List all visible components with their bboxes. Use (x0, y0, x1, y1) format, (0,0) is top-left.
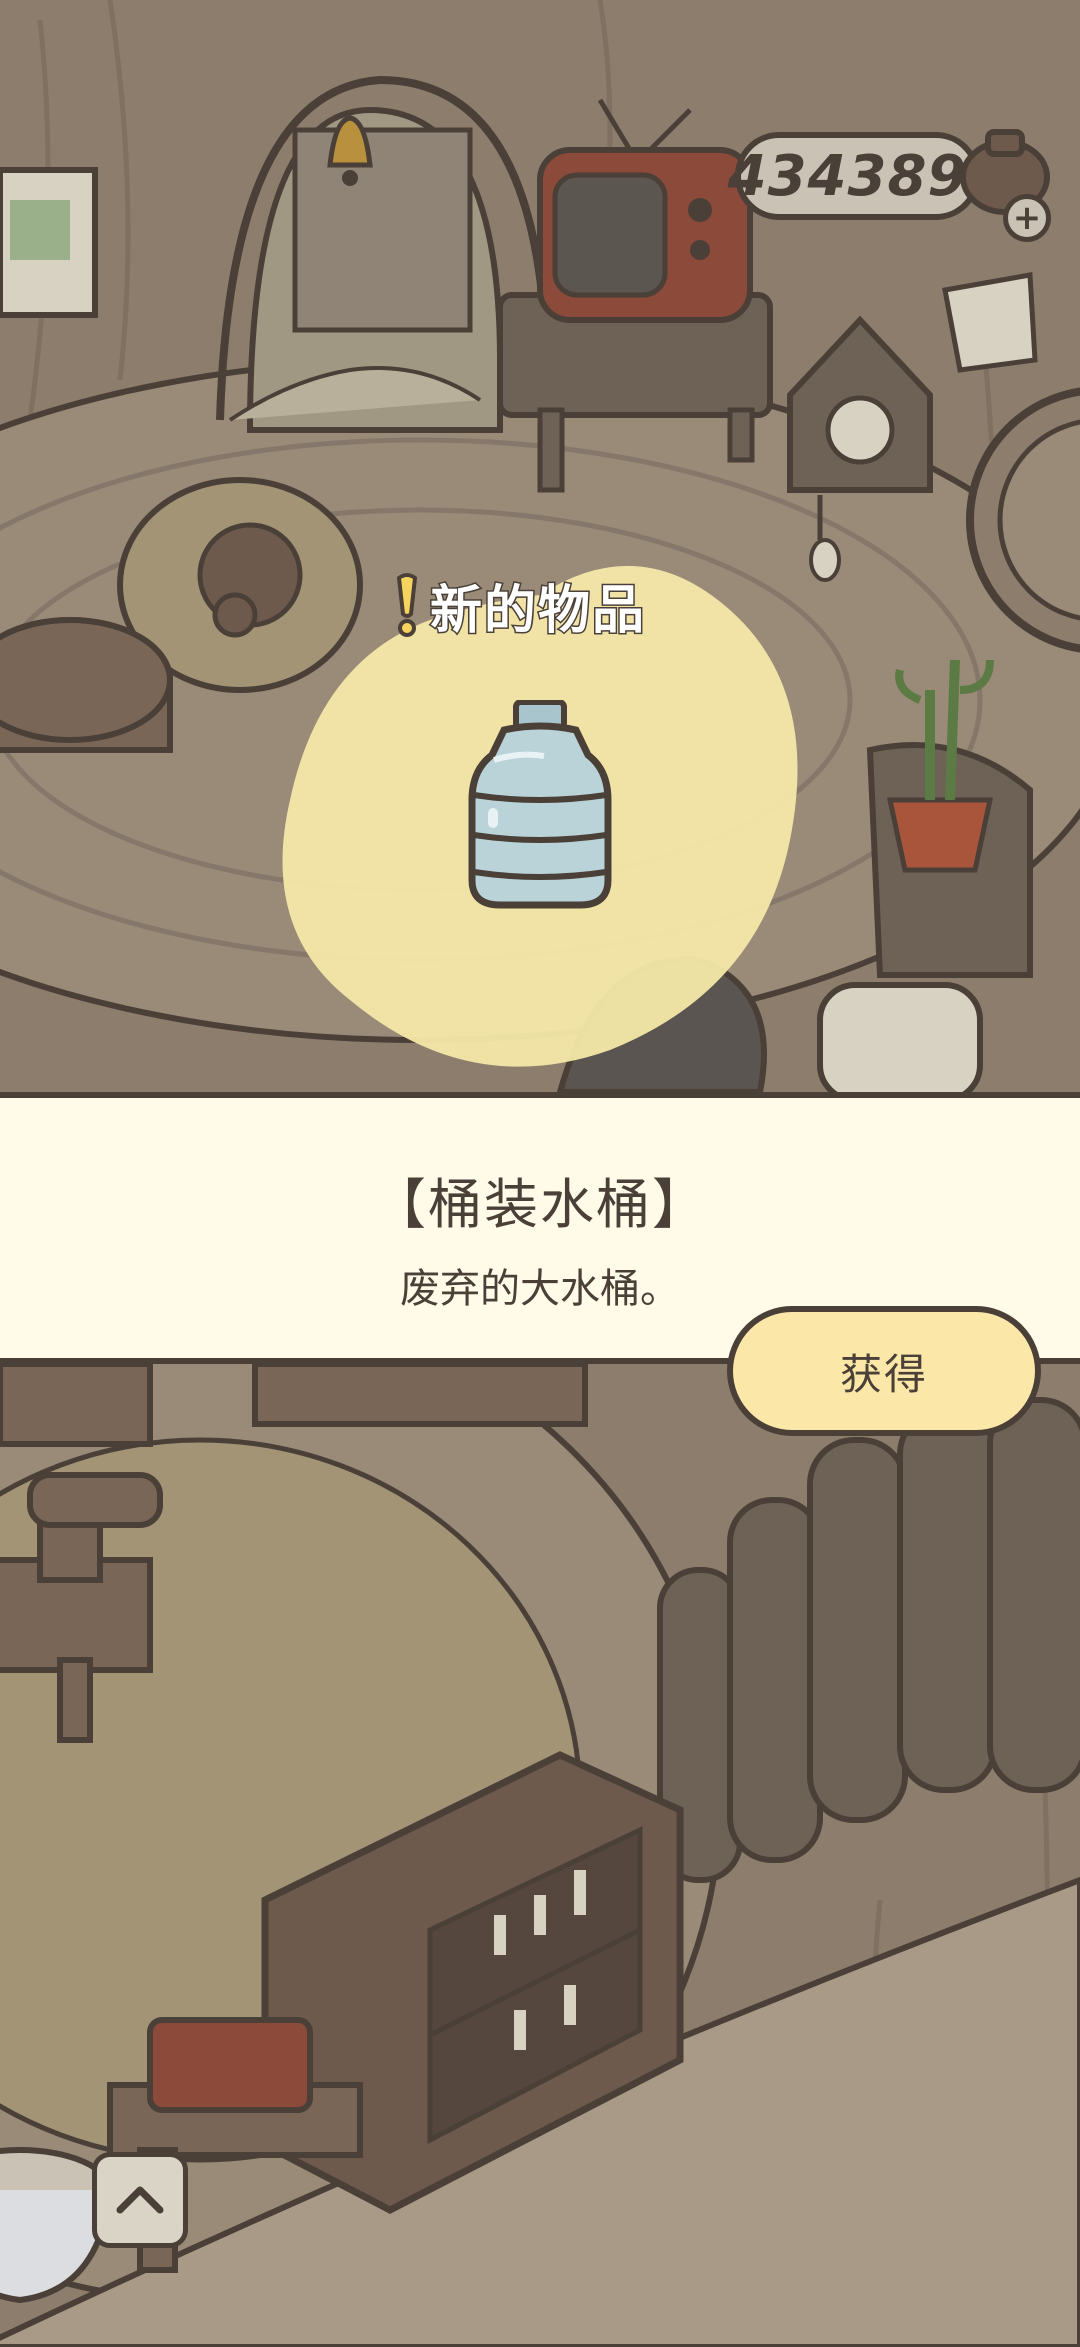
water-jug-icon (468, 700, 612, 909)
obtain-button[interactable]: 获得 (727, 1306, 1041, 1436)
new-item-title: 新的物品 (428, 580, 647, 643)
add-currency-button[interactable]: + (1003, 194, 1051, 242)
chevron-up-icon (116, 2186, 164, 2214)
new-item-header: 新的物品 (390, 568, 646, 643)
scroll-up-button[interactable] (92, 2152, 188, 2248)
obtain-button-label: 获得 (839, 1349, 928, 1399)
currency-display: 434389 (728, 132, 980, 220)
item-name: 【桶装水桶】 (372, 1173, 708, 1236)
currency-value: 434389 (727, 143, 968, 209)
exclamation-icon (396, 572, 418, 637)
